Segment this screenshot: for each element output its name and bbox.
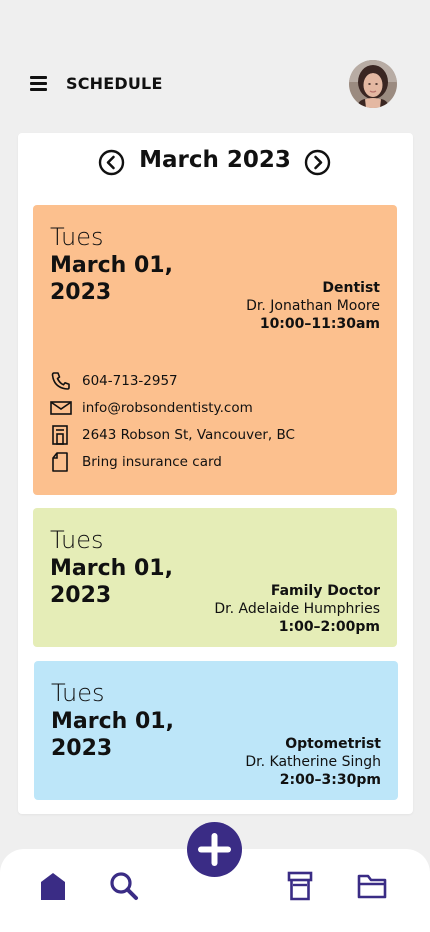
appointment-date: March 01, 2023 xyxy=(51,709,174,761)
phone-icon xyxy=(50,371,72,391)
appointment-time: 1:00–2:00pm xyxy=(278,619,380,635)
avatar[interactable] xyxy=(349,60,397,108)
appointment-card-optometrist[interactable]: Tues March 01, 2023 Optometrist Dr. Kath… xyxy=(34,661,398,800)
hamburger-menu-icon[interactable] xyxy=(30,75,50,92)
page-title: SCHEDULE xyxy=(66,74,163,93)
phone-number: 604-713-2957 xyxy=(82,373,178,389)
appointment-day: Tues xyxy=(51,679,105,707)
address-text: 2643 Robson St, Vancouver, BC xyxy=(82,427,295,443)
month-navigation: March 2023 xyxy=(18,145,413,179)
appointment-info: Family Doctor Dr. Adelaide Humphries 1:0… xyxy=(214,582,380,636)
appointment-card-dentist[interactable]: Tues March 01, 2023 Dentist Dr. Jonathan… xyxy=(33,205,397,495)
appointment-doctor: Dr. Katherine Singh xyxy=(245,754,381,770)
home-icon[interactable] xyxy=(38,870,70,902)
add-appointment-button[interactable] xyxy=(187,822,242,877)
note-icon xyxy=(50,452,72,472)
month-label: March 2023 xyxy=(139,147,291,173)
search-icon[interactable] xyxy=(108,870,140,902)
appointment-type: Optometrist xyxy=(285,736,381,752)
appointment-time: 2:00–3:30pm xyxy=(279,772,381,788)
appointment-type: Dentist xyxy=(322,280,380,296)
app-header: SCHEDULE xyxy=(0,58,430,110)
appointment-date: March 01, 2023 xyxy=(50,253,173,305)
appointment-doctor: Dr. Jonathan Moore xyxy=(246,298,380,314)
appointment-doctor: Dr. Adelaide Humphries xyxy=(214,601,380,617)
building-icon xyxy=(50,425,72,445)
appointment-time: 10:00–11:30am xyxy=(259,316,380,332)
appointment-date: March 01, 2023 xyxy=(50,556,173,608)
chevron-right-circle-icon[interactable] xyxy=(304,149,331,176)
appointment-card-family-doctor[interactable]: Tues March 01, 2023 Family Doctor Dr. Ad… xyxy=(33,508,397,647)
mail-icon xyxy=(50,398,72,418)
appointment-info: Optometrist Dr. Katherine Singh 2:00–3:3… xyxy=(245,735,381,789)
appointment-info: Dentist Dr. Jonathan Moore 10:00–11:30am xyxy=(246,279,380,333)
note-text: Bring insurance card xyxy=(82,454,222,470)
appointment-day: Tues xyxy=(50,223,104,251)
email-address: info@robsondentisty.com xyxy=(82,400,253,416)
pill-bottle-icon[interactable] xyxy=(284,870,316,902)
plus-circle-icon xyxy=(198,833,231,866)
appointment-type: Family Doctor xyxy=(270,583,380,599)
appointment-day: Tues xyxy=(50,526,104,554)
chevron-left-circle-icon[interactable] xyxy=(98,149,125,176)
folder-icon[interactable] xyxy=(357,870,389,902)
schedule-panel: March 2023 Tues March 01, 2023 Dentist D… xyxy=(18,133,413,814)
